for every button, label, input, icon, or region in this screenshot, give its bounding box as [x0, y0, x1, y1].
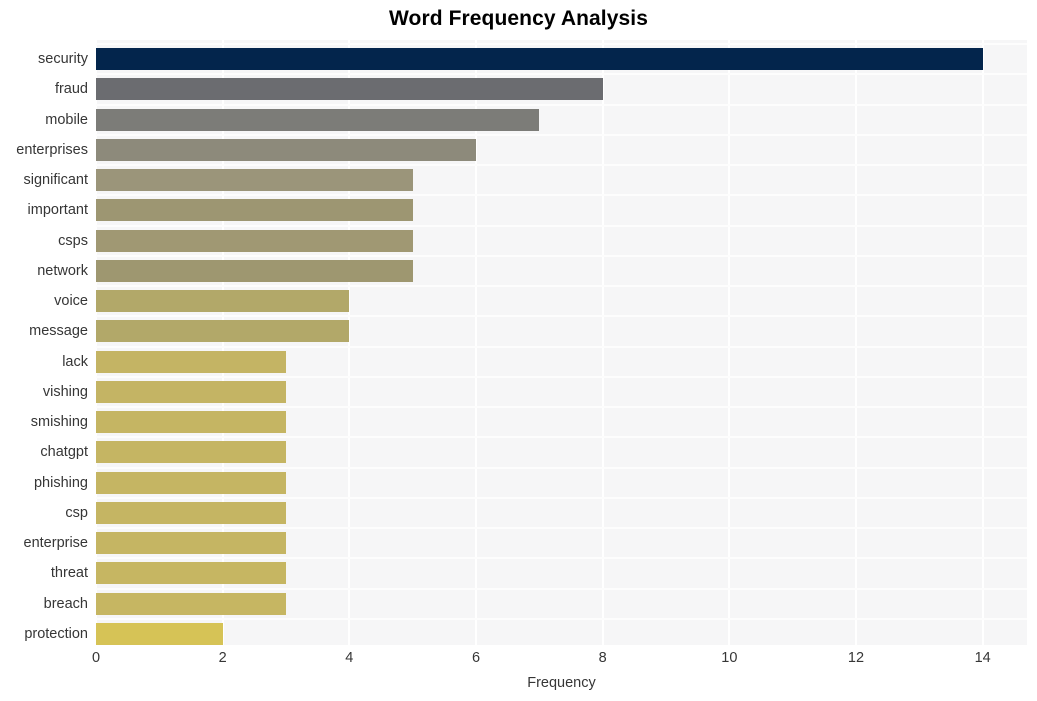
y-axis-label: smishing [30, 414, 88, 430]
y-axis-label: message [29, 323, 88, 340]
row-separator [96, 466, 1027, 469]
row-separator [96, 164, 1027, 166]
bar[interactable] [96, 108, 540, 131]
y-axis-label: enterprises [16, 141, 88, 158]
y-axis-label: phishing [33, 474, 88, 491]
y-axis-label: vishing [42, 383, 88, 400]
row-separator [96, 587, 1027, 590]
y-axis-label: chatgpt [40, 444, 88, 461]
y-axis-label: csps [58, 232, 88, 249]
x-gridline [728, 40, 731, 645]
y-axis-label: network [37, 262, 88, 279]
row-separator [96, 103, 1027, 106]
row-separator [96, 315, 1027, 318]
bar[interactable] [96, 592, 286, 615]
bar[interactable] [96, 138, 476, 161]
x-gridline [855, 40, 857, 645]
x-gridline [601, 40, 604, 645]
row-separator [96, 406, 1027, 408]
chart-title: Word Frequency Analysis [388, 7, 649, 30]
y-axis-category-labels: security fraud mobile enterprises significan… [0, 40, 88, 645]
bar[interactable] [96, 380, 286, 403]
word-frequency-chart: Word Frequency Analysis security fraud mob… [0, 0, 1037, 701]
bar[interactable] [96, 622, 223, 645]
x-axis-title: Frequency [527, 675, 596, 691]
y-axis-label: important [27, 202, 88, 219]
bar[interactable] [96, 48, 983, 70]
x-axis-tick-label: 4 [345, 650, 354, 666]
x-axis-tick-label: 10 [721, 650, 738, 666]
x-gridline [96, 40, 97, 645]
bar[interactable] [96, 229, 413, 252]
row-separator [96, 345, 1027, 348]
x-gridline [221, 40, 224, 645]
bar[interactable] [96, 441, 286, 464]
bar[interactable] [96, 532, 286, 554]
y-axis-label: breach [43, 595, 88, 612]
bar[interactable] [96, 169, 413, 191]
y-axis-label: threat [50, 565, 88, 582]
bar[interactable] [96, 350, 286, 373]
y-axis-label: lack [62, 353, 88, 370]
y-axis-label: enterprise [23, 535, 88, 551]
bar[interactable] [96, 471, 286, 494]
row-separator [96, 436, 1027, 439]
row-separator [96, 43, 1027, 45]
x-axis-tick-label: 0 [91, 650, 101, 666]
row-separator [96, 617, 1027, 620]
row-separator [96, 375, 1027, 378]
x-axis-tick-labels: 0 2 4 6 8 10 12 14 [0, 648, 1037, 670]
bar[interactable] [96, 199, 413, 222]
row-separator [96, 557, 1027, 560]
row-separator [96, 254, 1027, 257]
bar[interactable] [96, 78, 603, 101]
y-axis-label: security [38, 51, 88, 67]
row-separator [96, 224, 1027, 227]
x-gridline [475, 40, 477, 645]
bar[interactable] [96, 320, 350, 343]
x-gridline [348, 40, 351, 645]
y-axis-label: csp [65, 504, 88, 521]
y-axis-label: mobile [45, 111, 88, 128]
row-separator [96, 285, 1027, 287]
x-axis-tick-label: 8 [598, 650, 607, 666]
row-separator [96, 73, 1027, 76]
row-separator [96, 527, 1027, 529]
x-axis-tick-label: 12 [847, 650, 865, 666]
y-axis-label: fraud [54, 81, 88, 98]
bar[interactable] [96, 259, 413, 282]
bar[interactable] [96, 411, 286, 433]
y-axis-label: protection [24, 625, 88, 642]
y-axis-label: significant [23, 172, 88, 188]
bar[interactable] [96, 562, 286, 585]
x-gridline [981, 40, 984, 645]
x-axis-tick-label: 2 [218, 650, 227, 666]
x-axis-tick-label: 6 [471, 650, 481, 666]
x-axis-tick-label: 14 [974, 650, 991, 666]
y-axis-label: voice [54, 293, 88, 309]
row-separator [96, 496, 1027, 499]
bar[interactable] [96, 501, 286, 524]
plot-area [96, 40, 1027, 645]
bar[interactable] [96, 290, 350, 312]
row-separator [96, 194, 1027, 197]
row-separator [96, 133, 1027, 136]
